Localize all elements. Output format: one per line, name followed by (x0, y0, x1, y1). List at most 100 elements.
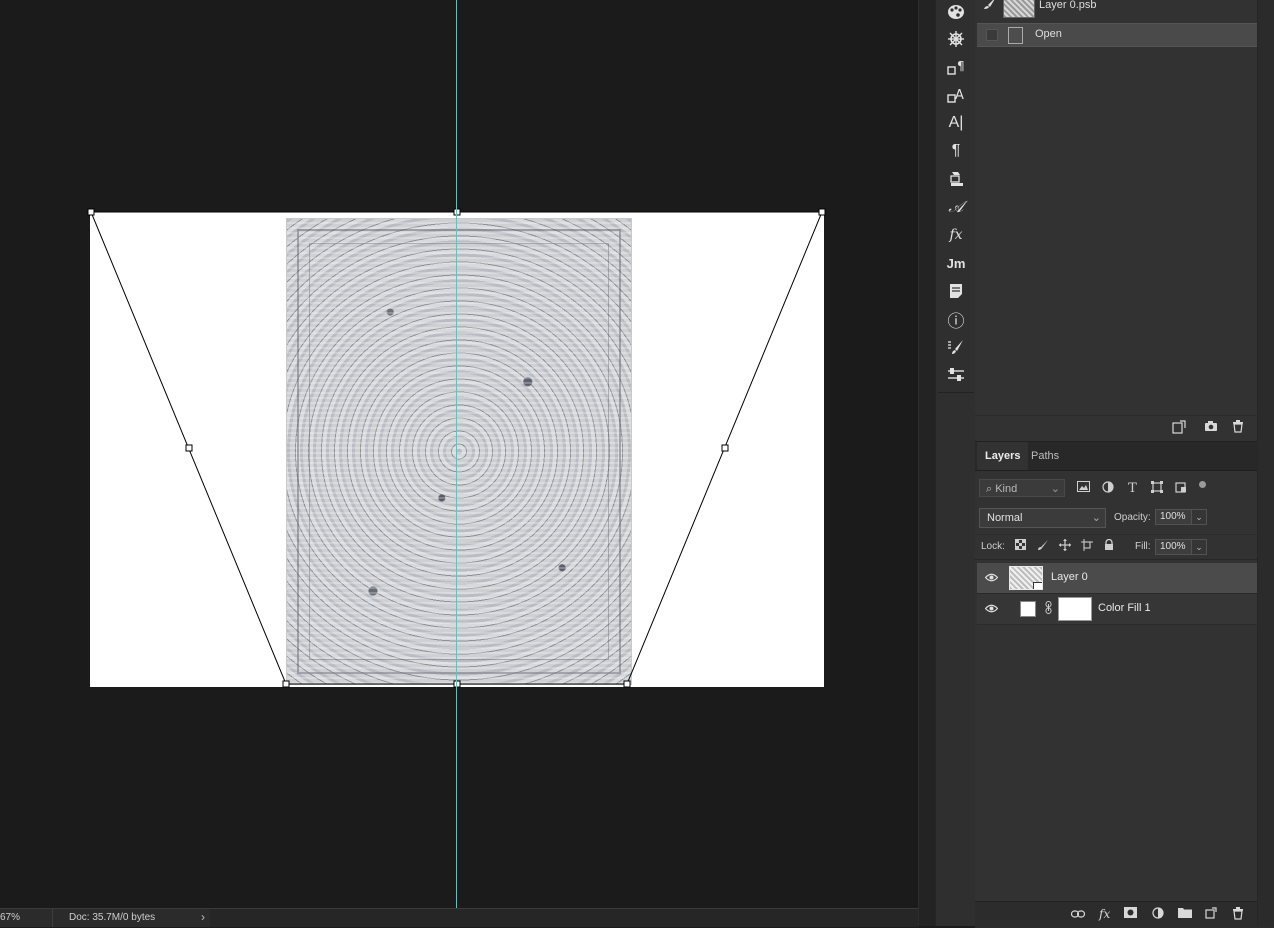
opacity-label: Opacity: (1114, 512, 1151, 523)
history-open-label: Open (1035, 28, 1062, 40)
handle-top-right[interactable] (818, 208, 826, 216)
doc-info: Doc: 35.7M/0 bytes (69, 912, 156, 923)
paragraph-styles-icon[interactable]: ¶ (944, 56, 968, 78)
layer-name[interactable]: Color Fill 1 (1098, 602, 1151, 614)
panel-gap (918, 0, 936, 926)
lock-position-move-icon[interactable] (1058, 539, 1072, 553)
link-layers-icon[interactable] (1070, 907, 1086, 921)
layer-row-color-fill-1[interactable]: Color Fill 1 (977, 594, 1257, 625)
tab-layers[interactable]: Layers (977, 442, 1029, 470)
paragraph-icon[interactable]: ¶ (944, 140, 968, 162)
handle-middle-left[interactable] (185, 444, 193, 452)
zoom-level[interactable]: 67% (0, 912, 50, 923)
chevron-down-icon: ⌄ (1050, 483, 1060, 495)
perspective-transform-box (87, 208, 826, 688)
layers-footer: fx (975, 901, 1274, 928)
trash-icon[interactable] (1232, 420, 1244, 436)
svg-text:¶: ¶ (957, 59, 965, 73)
visibility-eye-icon[interactable] (984, 571, 999, 585)
handle-top-center[interactable] (453, 208, 461, 216)
chevron-down-icon: ⌄ (1091, 512, 1101, 524)
properties-adjust-icon[interactable] (944, 364, 968, 386)
opacity-field[interactable]: 100% (1155, 509, 1193, 525)
jm-plugin-icon[interactable]: Jm (944, 252, 968, 274)
history-brush-source-icon[interactable] (983, 0, 997, 13)
filter-type-icon[interactable]: T (1125, 481, 1140, 496)
lock-label: Lock: (981, 541, 1005, 552)
horizontal-scrollbar[interactable] (210, 909, 918, 927)
lock-artboard-icon[interactable] (1080, 539, 1094, 553)
visibility-eye-icon[interactable] (984, 602, 999, 616)
navigator-wheel-icon[interactable] (944, 28, 968, 50)
zoom-separator (52, 909, 53, 927)
info-icon[interactable]: ⓘ (944, 308, 968, 331)
new-document-from-state-icon[interactable] (1172, 420, 1186, 437)
history-snapshot-thumbnail (1003, 0, 1035, 18)
camera-snapshot-icon[interactable] (1204, 420, 1218, 435)
strip-divider (938, 392, 974, 393)
layer-style-fx-icon[interactable]: fx (1099, 907, 1110, 921)
filter-adjustment-icon[interactable] (1100, 481, 1115, 496)
handle-bottom-left[interactable] (282, 680, 290, 688)
tab-paths[interactable]: Paths (1023, 442, 1067, 470)
delete-layer-trash-icon[interactable] (1232, 907, 1244, 923)
filter-kind-label: ⌕ Kind (986, 483, 1018, 495)
history-source-checkbox[interactable] (986, 29, 998, 41)
collapsed-panels-strip: ¶ A A| ¶ 𝒜 fx Jm ⓘ (935, 0, 977, 926)
smart-object-badge-icon (1033, 582, 1042, 589)
handle-middle-right[interactable] (721, 444, 729, 452)
notes-icon[interactable] (944, 280, 968, 302)
layer-filter-row: ⌕ Kind ⌄ T (975, 475, 1274, 501)
3d-icon[interactable] (944, 168, 968, 190)
adjustment-layer-icon[interactable] (1152, 907, 1164, 922)
layer-name[interactable]: Layer 0 (1051, 571, 1088, 583)
glyphs-icon[interactable]: 𝒜 (944, 196, 968, 218)
history-snapshot-label: Layer 0.psb (1039, 0, 1097, 11)
filter-smart-object-icon[interactable] (1173, 481, 1188, 496)
layer-0-smart-object-thumbnail (1009, 566, 1043, 590)
lock-row: Lock: Fill: 100% ⌄ (975, 534, 1274, 560)
fill-label: Fill: (1135, 541, 1151, 552)
filter-kind-select[interactable]: ⌕ Kind ⌄ (979, 479, 1065, 497)
lock-all-icon[interactable] (1102, 538, 1116, 553)
new-layer-icon[interactable] (1205, 907, 1217, 922)
layer-row-layer-0[interactable]: Layer 0 (977, 563, 1257, 594)
character-styles-icon[interactable]: A (944, 84, 968, 106)
filter-toggle-switch[interactable] (1199, 481, 1206, 488)
color-palette-icon[interactable] (944, 1, 968, 23)
status-bar: 67% Doc: 35.7M/0 bytes › (0, 908, 918, 927)
add-mask-icon[interactable] (1124, 907, 1137, 921)
fill-field[interactable]: 100% (1155, 539, 1193, 555)
svg-text:A: A (955, 88, 964, 103)
styles-fx-icon[interactable]: fx (944, 224, 968, 246)
vertical-guide[interactable] (456, 0, 457, 908)
status-menu-arrow-icon[interactable]: › (201, 910, 205, 924)
handle-top-left[interactable] (87, 208, 95, 216)
filter-shape-icon[interactable] (1149, 481, 1164, 496)
layers-panel: Layers Paths ⌕ Kind ⌄ T Normal ⌄ Opacity (975, 441, 1274, 928)
new-group-folder-icon[interactable] (1178, 907, 1192, 921)
color-fill-swatch[interactable] (1020, 601, 1036, 617)
layers-tab-bar: Layers Paths (975, 442, 1274, 471)
history-panel: Layer 0.psb Open (975, 0, 1274, 441)
panel-scroll-edge[interactable] (1257, 0, 1274, 926)
blend-mode-value: Normal (987, 512, 1023, 524)
history-snapshot-row[interactable]: Layer 0.psb (977, 0, 1257, 18)
opacity-dropdown-icon[interactable]: ⌄ (1191, 509, 1207, 525)
layer-mask-thumbnail[interactable] (1058, 597, 1092, 621)
handle-bottom-center[interactable] (453, 680, 461, 688)
history-open-row[interactable]: Open (977, 23, 1257, 47)
handle-bottom-right[interactable] (623, 680, 631, 688)
lock-image-pixels-brush-icon[interactable] (1036, 539, 1050, 553)
fill-dropdown-icon[interactable]: ⌄ (1191, 539, 1207, 555)
canvas-area[interactable] (0, 0, 918, 908)
document-icon (1008, 27, 1023, 44)
brush-presets-icon[interactable] (944, 336, 968, 358)
lock-transparent-pixels-icon[interactable] (1013, 539, 1027, 553)
filter-pixel-icon[interactable] (1076, 481, 1091, 496)
blend-mode-select[interactable]: Normal ⌄ (979, 508, 1106, 528)
character-icon[interactable]: A| (944, 112, 968, 134)
history-footer (975, 415, 1274, 441)
blend-row: Normal ⌄ Opacity: 100% ⌄ (975, 506, 1274, 530)
link-chain-icon[interactable] (1045, 601, 1052, 617)
